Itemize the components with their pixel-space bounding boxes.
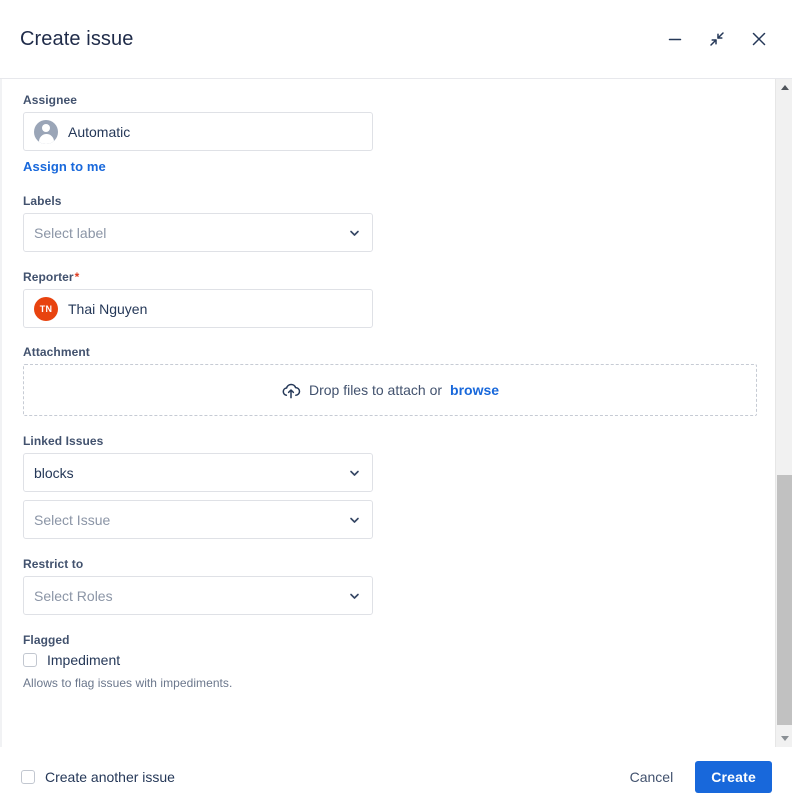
linked-issue-select[interactable]: Select Issue bbox=[23, 500, 373, 539]
reporter-label: Reporter* bbox=[23, 270, 772, 284]
chevron-down-icon bbox=[348, 589, 361, 602]
dialog-body: Assignee Automatic Assign to me Labels S… bbox=[0, 79, 792, 747]
dialog-footer: Create another issue Cancel Create bbox=[0, 747, 792, 806]
dropzone-text: Drop files to attach or bbox=[308, 382, 443, 398]
browse-link[interactable]: browse bbox=[450, 382, 499, 398]
restrict-to-label: Restrict to bbox=[23, 557, 84, 571]
vertical-scrollbar[interactable] bbox=[775, 79, 792, 747]
reporter-label-text: Reporter bbox=[23, 270, 74, 284]
reporter-value: Thai Nguyen bbox=[68, 300, 148, 317]
cancel-button[interactable]: Cancel bbox=[620, 761, 684, 793]
assignee-value: Automatic bbox=[68, 123, 131, 140]
linked-issues-label: Linked Issues bbox=[23, 434, 104, 448]
create-another-row[interactable]: Create another issue bbox=[21, 769, 620, 785]
linked-issue-value: Select Issue bbox=[34, 511, 111, 528]
attachment-dropzone[interactable]: Drop files to attach or browse bbox=[23, 364, 757, 416]
attachment-label: Attachment bbox=[23, 345, 90, 359]
dialog-body-wrapper: Assignee Automatic Assign to me Labels S… bbox=[0, 79, 792, 747]
close-icon[interactable] bbox=[746, 26, 772, 52]
required-indicator: * bbox=[74, 270, 80, 284]
impediment-checkbox-label[interactable]: Impediment bbox=[47, 652, 120, 668]
assignee-label: Assignee bbox=[23, 93, 77, 107]
labels-select[interactable]: Select label bbox=[23, 213, 373, 252]
dropzone-content: Drop files to attach or browse bbox=[281, 382, 499, 399]
chevron-down-icon bbox=[348, 513, 361, 526]
create-another-label[interactable]: Create another issue bbox=[45, 769, 175, 785]
field-attachment: Attachment Drop files to attach or brows… bbox=[23, 345, 772, 416]
assign-to-me-link[interactable]: Assign to me bbox=[23, 159, 106, 174]
create-issue-dialog: Create issue Assignee Automatic Assign t… bbox=[0, 0, 792, 806]
field-reporter: Reporter* TN Thai Nguyen bbox=[23, 270, 772, 328]
dialog-header: Create issue bbox=[0, 0, 792, 79]
create-button[interactable]: Create bbox=[695, 760, 772, 793]
restrict-to-value: Select Roles bbox=[34, 587, 113, 604]
page-title: Create issue bbox=[20, 27, 134, 50]
link-type-value: blocks bbox=[34, 464, 74, 481]
flagged-help-text: Allows to flag issues with impediments. bbox=[23, 676, 233, 690]
scrollbar-thumb[interactable] bbox=[777, 475, 792, 725]
assignee-input[interactable]: Automatic bbox=[23, 112, 373, 151]
scroll-down-arrow-icon[interactable] bbox=[776, 730, 792, 747]
flagged-label: Flagged bbox=[23, 633, 70, 647]
create-another-checkbox[interactable] bbox=[21, 769, 35, 784]
cloud-upload-icon bbox=[281, 382, 301, 399]
field-assignee: Assignee Automatic Assign to me bbox=[23, 93, 772, 176]
impediment-checkbox-row[interactable]: Impediment bbox=[23, 652, 772, 668]
footer-actions: Cancel Create bbox=[620, 760, 772, 793]
impediment-checkbox[interactable] bbox=[23, 653, 37, 667]
link-type-select[interactable]: blocks bbox=[23, 453, 373, 492]
window-controls bbox=[662, 26, 772, 52]
collapse-icon[interactable] bbox=[704, 26, 730, 52]
scroll-up-arrow-icon[interactable] bbox=[776, 79, 792, 96]
field-restrict-to: Restrict to Select Roles bbox=[23, 557, 772, 615]
minimize-icon[interactable] bbox=[662, 26, 688, 52]
labels-value: Select label bbox=[34, 224, 107, 241]
labels-label: Labels bbox=[23, 194, 62, 208]
avatar: TN bbox=[34, 296, 58, 321]
reporter-input[interactable]: TN Thai Nguyen bbox=[23, 289, 373, 328]
field-linked-issues: Linked Issues blocks Select Issue bbox=[23, 434, 772, 539]
field-flagged: Flagged Impediment Allows to flag issues… bbox=[23, 633, 772, 690]
chevron-down-icon bbox=[348, 226, 361, 239]
chevron-down-icon bbox=[348, 466, 361, 479]
person-avatar-icon bbox=[34, 119, 58, 144]
restrict-to-select[interactable]: Select Roles bbox=[23, 576, 373, 615]
field-labels: Labels Select label bbox=[23, 194, 772, 252]
